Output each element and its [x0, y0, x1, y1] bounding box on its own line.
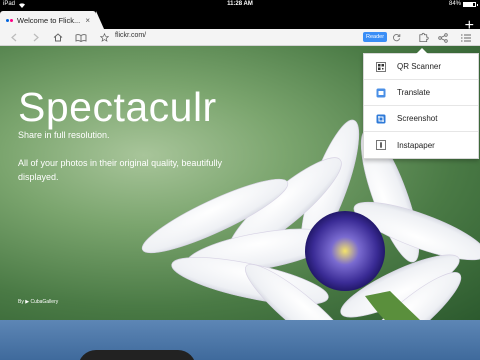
tab-flickr[interactable]: Welcome to Flick... × [0, 11, 104, 29]
reader-button[interactable]: Reader [363, 32, 388, 42]
star-icon [99, 33, 109, 42]
battery-percent: 84% [448, 1, 461, 7]
menu-item-label: Translate [397, 88, 431, 97]
book-icon [75, 33, 87, 42]
hero-title: Spectaculr [18, 84, 217, 130]
reload-button[interactable] [390, 31, 402, 44]
status-time: 11:28 AM [227, 1, 253, 7]
tab-bar: Welcome to Flick... × + [0, 9, 480, 34]
puzzle-icon [418, 32, 429, 43]
tab-close-icon[interactable]: × [85, 16, 90, 25]
screenshot-icon [376, 114, 386, 124]
menu-item-screenshot[interactable]: Screenshot [364, 106, 478, 132]
status-right: 84% [448, 0, 478, 9]
bookmarks-button[interactable] [74, 31, 88, 44]
hero-subtitle: Share in full resolution. [18, 130, 110, 140]
forward-button[interactable] [30, 31, 42, 44]
bookmark-star-button[interactable] [98, 31, 110, 44]
home-icon [53, 33, 63, 42]
menu-item-label: QR Scanner [397, 62, 442, 71]
battery-icon [463, 2, 478, 7]
back-button[interactable] [8, 31, 20, 44]
extensions-menu: QR Scanner Translate Screenshot Instapap… [363, 48, 479, 159]
instapaper-icon [376, 140, 386, 150]
address-bar[interactable]: flickr.com/ [115, 32, 146, 39]
menu-button[interactable] [459, 31, 473, 44]
hero-description: All of your photos in their original qua… [18, 158, 222, 182]
home-button[interactable] [52, 31, 64, 44]
share-icon [438, 32, 448, 43]
next-section [0, 320, 480, 360]
device-image [78, 350, 196, 360]
menu-item-qr-scanner[interactable]: QR Scanner [364, 54, 478, 80]
flickr-favicon-icon [6, 18, 13, 22]
forward-icon [33, 33, 39, 42]
menu-item-label: Instapaper [397, 140, 435, 150]
list-menu-icon [461, 34, 471, 41]
back-icon [11, 33, 17, 42]
photo-credit[interactable]: By ▶ CubaGallery [18, 299, 58, 305]
status-bar: iPad 11:28 AM 84% [0, 0, 480, 9]
toolbar: flickr.com/ Reader [0, 29, 480, 46]
reload-icon [392, 34, 400, 42]
menu-item-translate[interactable]: Translate [364, 80, 478, 106]
extensions-button[interactable] [416, 31, 430, 44]
menu-item-instapaper[interactable]: Instapaper [364, 132, 478, 158]
translate-icon [376, 88, 386, 98]
tab-title: Welcome to Flick... [17, 15, 81, 25]
share-button[interactable] [436, 31, 450, 44]
qr-icon [376, 61, 386, 72]
menu-item-label: Screenshot [397, 114, 438, 123]
